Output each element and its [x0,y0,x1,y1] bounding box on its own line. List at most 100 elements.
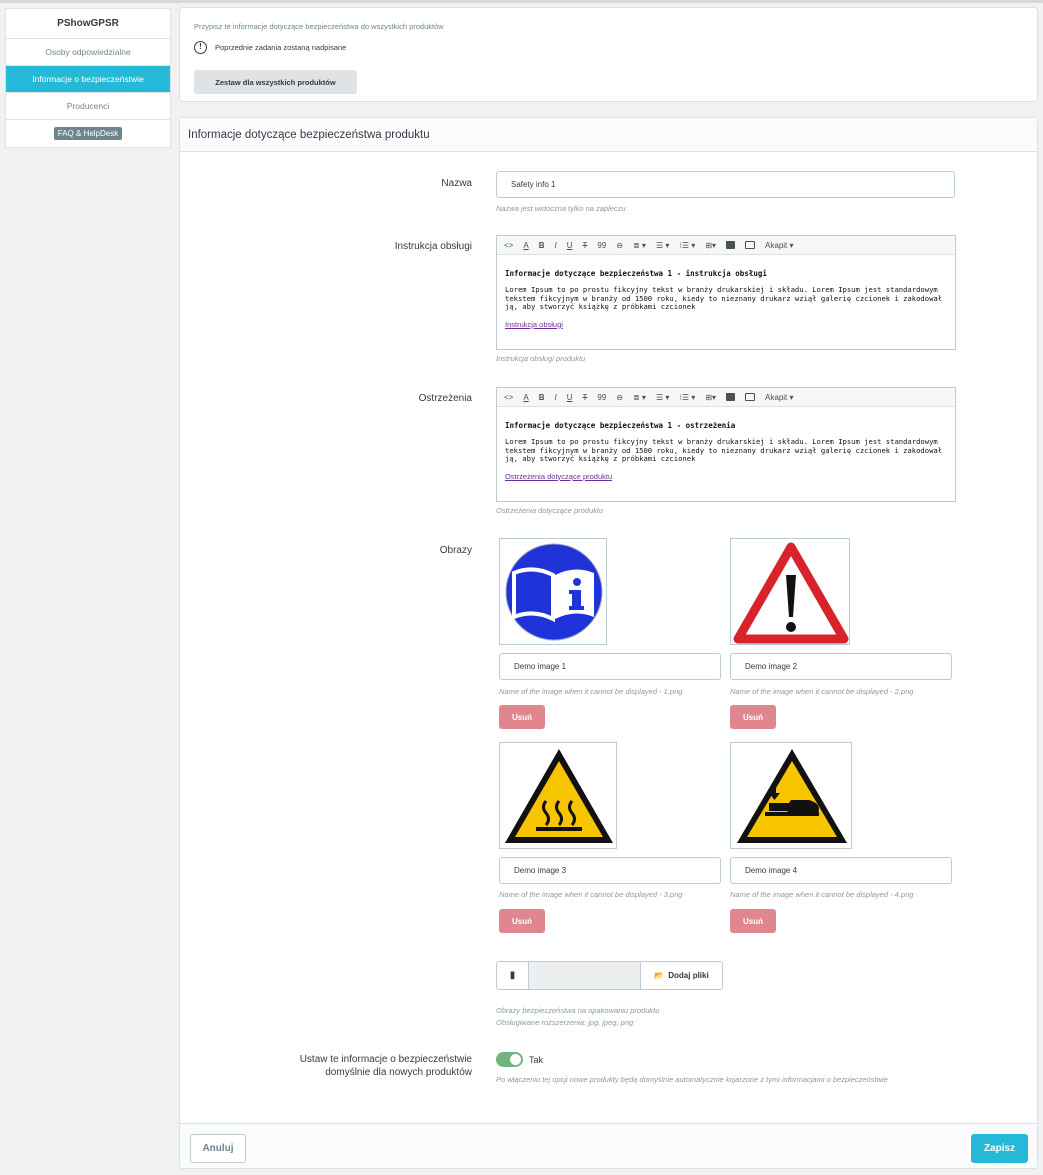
delete-image-2-button[interactable]: Usuń [730,705,776,729]
italic-icon[interactable]: I [554,241,556,250]
default-help: Po włączeniu tej opcji nowe produkty będ… [496,1075,888,1084]
warnings-label: Ostrzeżenia [418,393,472,404]
code-view-icon[interactable]: <> [504,241,513,250]
image-preview-4 [730,742,852,849]
default-toggle-label: Tak [529,1055,544,1065]
paragraph-dropdown[interactable]: Akapit ▾ [765,393,793,402]
warnings-heading: Informacje dotyczące bezpieczeństwa 1 - … [505,421,736,430]
link-icon[interactable]: ⊖ [616,393,623,402]
image-alt-help-1: Name of the image when it cannot be disp… [499,687,683,696]
sidebar-item-faq[interactable]: FAQ & HelpDesk [6,120,170,147]
numbered-list-icon[interactable]: ⁝☰ ▾ [679,393,695,402]
table-icon[interactable]: ⊞▾ [705,241,716,250]
underline-icon[interactable]: U [567,393,573,402]
sidebar-item-responsible-persons[interactable]: Osoby odpowiedzialne [6,39,170,66]
default-toggle[interactable] [496,1052,523,1067]
bullet-list-icon[interactable]: ☰ ▾ [656,241,669,250]
image-alt-input-1[interactable]: Demo image 1 [499,653,721,680]
align-icon[interactable]: ≣ ▾ [633,241,646,250]
file-icon: ▮ [497,962,529,989]
form-footer: Anuluj Zapisz [180,1123,1037,1168]
default-label: Ustaw te informacje o bezpieczeństwie do… [300,1053,472,1079]
numbered-list-icon[interactable]: ⁝☰ ▾ [679,241,695,250]
delete-image-1-button[interactable]: Usuń [499,705,545,729]
instructions-content[interactable]: Informacje dotyczące bezpieczeństwa 1 - … [497,255,955,329]
warnings-link[interactable]: Ostrzeżenia dotyczące produktu [505,472,612,481]
instructions-editor[interactable]: <> A B I U T 99 ⊖ ≣ ▾ ☰ ▾ ⁝☰ ▾ ⊞▾ Akapit… [496,235,956,350]
bold-icon[interactable]: B [539,241,545,250]
folder-open-icon: 📂 [654,971,665,980]
image-alt-help-4: Name of the image when it cannot be disp… [730,890,914,899]
text-color-icon[interactable]: A [523,241,528,250]
image-preview-2 [730,538,850,645]
code-view-icon[interactable]: <> [504,393,513,402]
strikethrough-icon[interactable]: T [582,241,587,250]
toggle-knob [510,1054,521,1065]
warnings-help: Ostrzeżenia dotyczące produktu [496,506,604,515]
image-alt-help-3: Name of the image when it cannot be disp… [499,890,683,899]
image-icon[interactable] [726,393,736,401]
strikethrough-icon[interactable]: T [582,393,587,402]
file-upload[interactable]: ▮ 📂 Dodaj pliki [496,961,723,990]
warning-triangle-icon [733,542,849,644]
sidebar-brand: PShowGPSR [6,9,170,39]
instructions-link[interactable]: Instrukcja obsługi [505,320,563,329]
image-alt-input-3[interactable]: Demo image 3 [499,857,721,884]
sidebar: PShowGPSR Osoby odpowiedzialne Informacj… [5,8,171,148]
name-input[interactable]: Safety info 1 [496,171,955,198]
table-icon[interactable]: ⊞▾ [705,393,716,402]
top-border [0,0,1043,3]
sidebar-item-safety-info[interactable]: Informacje o bezpieczeństwie [6,66,170,93]
image-preview-1 [499,538,607,645]
quote-icon[interactable]: 99 [597,393,606,402]
image-alt-input-2[interactable]: Demo image 2 [730,653,952,680]
images-help-1: Obrazy bezpieczeństwa na opakowaniu prod… [496,1006,660,1015]
image-alt-help-2: Name of the image when it cannot be disp… [730,687,914,696]
faq-badge: FAQ & HelpDesk [53,127,123,140]
default-label-line-2: domyślnie dla nowych produktów [325,1067,472,1078]
instructions-help: Instrukcja obsługi produktu [496,354,586,363]
italic-icon[interactable]: I [554,393,556,402]
media-icon[interactable] [745,241,756,249]
instructions-label: Instrukcja obsługi [394,241,472,252]
assign-all-card: Przypisz te informacje dotyczące bezpiec… [179,7,1038,102]
text-color-icon[interactable]: A [523,393,528,402]
file-path-field[interactable] [529,962,640,989]
image-alt-input-4[interactable]: Demo image 4 [730,857,952,884]
save-button[interactable]: Zapisz [971,1134,1028,1163]
sidebar-item-producers[interactable]: Producenci [6,93,170,120]
link-icon[interactable]: ⊖ [616,241,623,250]
set-for-all-products-button[interactable]: Zestaw dla wszystkich produktów [194,70,357,94]
manual-info-icon [505,543,603,641]
add-files-button[interactable]: 📂 Dodaj pliki [640,962,722,989]
instructions-heading: Informacje dotyczące bezpieczeństwa 1 - … [505,269,767,278]
warnings-content[interactable]: Informacje dotyczące bezpieczeństwa 1 - … [497,407,955,481]
name-help: Nazwa jest widoczna tylko na zapleczu [496,204,626,213]
bold-icon[interactable]: B [539,393,545,402]
warnings-editor[interactable]: <> A B I U T 99 ⊖ ≣ ▾ ☰ ▾ ⁝☰ ▾ ⊞▾ Akapit… [496,387,956,502]
instructions-toolbar: <> A B I U T 99 ⊖ ≣ ▾ ☰ ▾ ⁝☰ ▾ ⊞▾ Akapit… [497,236,955,255]
form-title: Informacje dotyczące bezpieczeństwa prod… [180,118,1037,152]
quote-icon[interactable]: 99 [597,241,606,250]
images-help-2: Obsługiwane rozszerzenia: jpg, jpeg, png [496,1018,634,1027]
warnings-text: Lorem Ipsum to po prostu fikcyjny tekst … [505,437,943,463]
overwrite-warning: ! Poprzednie zadania zostaną nadpisane [194,41,346,54]
align-icon[interactable]: ≣ ▾ [633,393,646,402]
bullet-list-icon[interactable]: ☰ ▾ [656,393,669,402]
overwrite-warning-text: Poprzednie zadania zostaną nadpisane [215,43,347,52]
delete-image-4-button[interactable]: Usuń [730,909,776,933]
default-label-line-1: Ustaw te informacje o bezpieczeństwie [299,1054,472,1065]
image-icon[interactable] [726,241,736,249]
safety-info-form: Informacje dotyczące bezpieczeństwa prod… [179,117,1038,1169]
underline-icon[interactable]: U [567,241,573,250]
media-icon[interactable] [745,393,756,401]
paragraph-dropdown[interactable]: Akapit ▾ [765,241,793,250]
hot-surface-icon [505,749,613,843]
add-files-label: Dodaj pliki [668,971,709,980]
assign-all-info: Przypisz te informacje dotyczące bezpiec… [194,22,444,31]
cancel-button[interactable]: Anuluj [190,1134,246,1163]
name-label: Nazwa [441,178,472,189]
hand-crush-icon [737,749,847,843]
warnings-toolbar: <> A B I U T 99 ⊖ ≣ ▾ ☰ ▾ ⁝☰ ▾ ⊞▾ Akapit… [497,388,955,407]
delete-image-3-button[interactable]: Usuń [499,909,545,933]
